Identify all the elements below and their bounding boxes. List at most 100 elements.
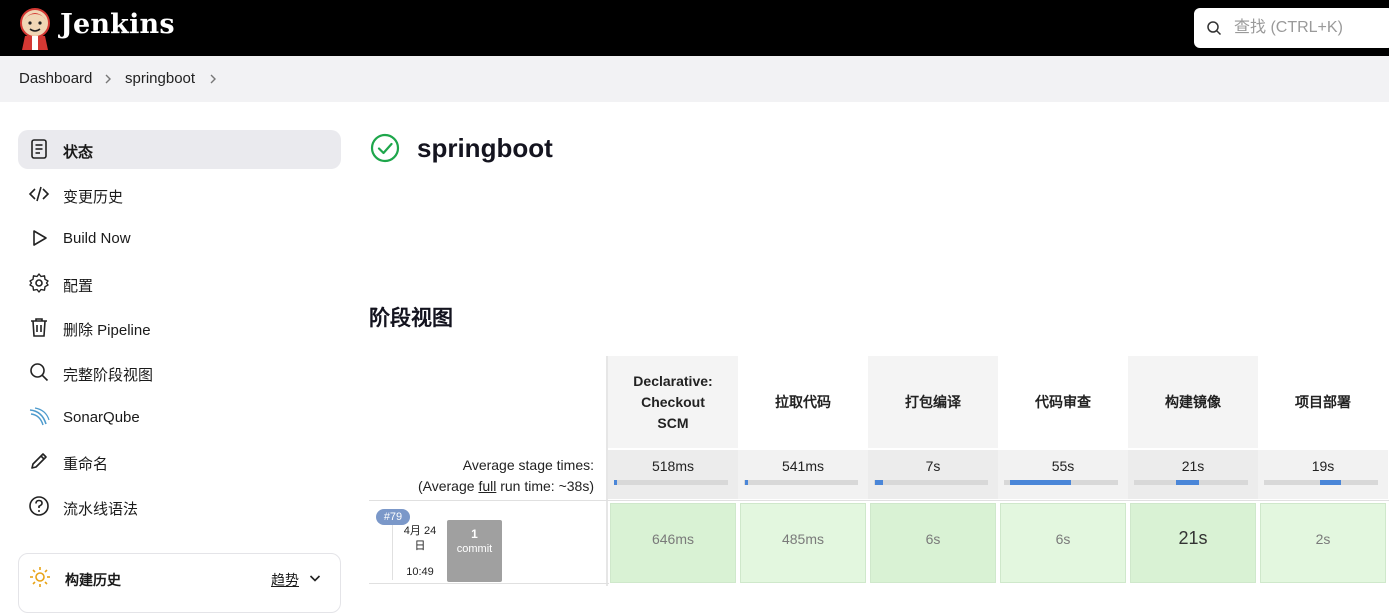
average-time-bar-fill xyxy=(1320,480,1341,485)
success-check-icon xyxy=(370,133,400,163)
stage-name-line: SCM xyxy=(657,414,689,431)
sidebar-item-configure[interactable]: 配置 xyxy=(18,264,341,303)
stage-view-title: 阶段视图 xyxy=(369,307,453,330)
commit-label: commit xyxy=(456,543,493,555)
stage-header: 代码审查 xyxy=(998,356,1128,448)
sidebar-item-status[interactable]: 状态 xyxy=(18,130,341,169)
sidebar-item-label: Build Now xyxy=(63,230,131,247)
average-time-bar xyxy=(744,480,858,485)
average-time-bar-fill xyxy=(1010,480,1071,485)
commit-count-box[interactable]: 1 commit xyxy=(447,520,502,582)
brand-name[interactable]: Jenkins xyxy=(60,9,175,40)
row-divider xyxy=(369,583,609,584)
stage-name-line: Checkout xyxy=(641,393,705,410)
chevron-down-icon[interactable] xyxy=(308,571,322,585)
stage-name-line: 拉取代码 xyxy=(775,393,831,410)
stage-average-time: 518ms xyxy=(608,450,738,499)
page-title: springboot xyxy=(417,133,553,163)
full-run-time-link[interactable]: full xyxy=(478,478,496,494)
build-date-line2: 日 xyxy=(414,540,426,552)
sidebar-item-label: 重命名 xyxy=(63,456,109,473)
stage-run-duration: 485ms xyxy=(781,531,825,547)
stage-average-time: 541ms xyxy=(738,450,868,499)
average-time-bar xyxy=(614,480,728,485)
search-icon xyxy=(30,363,49,382)
average-time-bar-fill xyxy=(614,480,618,485)
average-time-value: 518ms xyxy=(651,458,695,474)
sidebar-item-label: 删除 Pipeline xyxy=(63,322,151,339)
search-icon xyxy=(1207,21,1222,36)
stage-name-line: 打包编译 xyxy=(905,393,961,410)
search-box[interactable] xyxy=(1194,8,1389,48)
average-time-value: 21s xyxy=(1181,458,1205,474)
sidebar-item-delete-pipeline[interactable]: 删除 Pipeline xyxy=(18,308,341,347)
top-header: Jenkins xyxy=(0,0,1389,56)
chevron-right-icon xyxy=(105,74,111,84)
sonarqube-icon xyxy=(29,407,50,426)
stage-name: 项目部署 xyxy=(1295,392,1351,413)
average-time-bar xyxy=(874,480,988,485)
search-input[interactable] xyxy=(1234,16,1384,40)
sidebar-item-sonarqube[interactable]: SonarQube xyxy=(18,398,341,437)
sidebar-item-changes[interactable]: 变更历史 xyxy=(18,175,341,214)
sidebar-item-label: 状态 xyxy=(63,144,94,161)
stage-run-duration: 646ms xyxy=(651,531,695,547)
sidebar-item-label: 配置 xyxy=(63,278,94,295)
stage-name: 打包编译 xyxy=(905,392,961,413)
stage-run-cell[interactable]: 485ms xyxy=(740,503,866,583)
sidebar-item-label: 变更历史 xyxy=(63,189,124,206)
stage-average-time: 55s xyxy=(998,450,1128,499)
build-history-title: 构建历史 xyxy=(65,572,121,588)
stage-average-time: 21s xyxy=(1128,450,1258,499)
stage-run-cell[interactable]: 6s xyxy=(1000,503,1126,583)
stage-run-cell[interactable]: 2s xyxy=(1260,503,1386,583)
jenkins-logo-icon[interactable] xyxy=(18,6,52,50)
stage-run-duration: 2s xyxy=(1315,531,1331,547)
stage-run-cell[interactable]: 646ms xyxy=(610,503,736,583)
build-row-line xyxy=(392,518,393,580)
code-icon xyxy=(28,186,50,202)
avg-label-line1: Average stage times: xyxy=(462,457,594,473)
sidebar-item-pipeline-syntax[interactable]: 流水线语法 xyxy=(18,487,341,526)
average-time-bar xyxy=(1134,480,1248,485)
breadcrumb-springboot[interactable]: springboot xyxy=(125,70,195,87)
average-time-bar-fill xyxy=(744,480,749,485)
chevron-right-icon[interactable] xyxy=(206,72,220,86)
stage-name: Declarative: Checkout SCM xyxy=(633,371,712,434)
sidebar-item-label: SonarQube xyxy=(63,409,140,426)
average-time-value: 19s xyxy=(1311,458,1335,474)
sidebar-item-rename[interactable]: 重命名 xyxy=(18,442,341,481)
average-time-bar-fill xyxy=(875,480,884,485)
stage-run-cell[interactable]: 6s xyxy=(870,503,996,583)
build-number-badge[interactable]: #79 xyxy=(376,509,410,525)
sidebar-item-build-now[interactable]: Build Now xyxy=(18,219,341,258)
stage-header: 项目部署 xyxy=(1258,356,1388,448)
breadcrumb: Dashboard springboot xyxy=(0,56,1389,102)
sun-icon xyxy=(30,567,50,587)
stage-run-duration: 6s xyxy=(1055,531,1071,547)
average-time-bar xyxy=(1264,480,1378,485)
stage-header: 拉取代码 xyxy=(738,356,868,448)
stage-name-line: 构建镜像 xyxy=(1165,393,1221,410)
build-time: 10:49 xyxy=(406,566,434,578)
stage-header: 构建镜像 xyxy=(1128,356,1258,448)
stage-run-cell[interactable]: 21s xyxy=(1130,503,1256,583)
stage-average-time: 7s xyxy=(868,450,998,499)
build-date: 4月 24 日 xyxy=(396,524,444,554)
stage-name-line: 项目部署 xyxy=(1295,393,1351,410)
stage-average-time: 19s xyxy=(1258,450,1388,499)
trend-link[interactable]: 趋势 xyxy=(271,570,299,590)
gear-icon xyxy=(29,273,49,293)
stage-name: 拉取代码 xyxy=(775,392,831,413)
sidebar-item-full-stage-view[interactable]: 完整阶段视图 xyxy=(18,353,341,392)
pencil-icon xyxy=(31,453,47,469)
avg-label-prefix: (Average xyxy=(417,478,479,494)
breadcrumb-dashboard[interactable]: Dashboard xyxy=(19,70,92,87)
stage-name: 代码审查 xyxy=(1035,392,1091,413)
stage-header: Declarative: Checkout SCM xyxy=(608,356,738,448)
trash-icon xyxy=(31,318,47,337)
play-icon xyxy=(33,230,47,246)
avg-label-line2: (Average full run time: ~38s) xyxy=(370,476,594,497)
average-time-value: 541ms xyxy=(781,458,825,474)
sidebar-item-label: 完整阶段视图 xyxy=(63,367,154,384)
